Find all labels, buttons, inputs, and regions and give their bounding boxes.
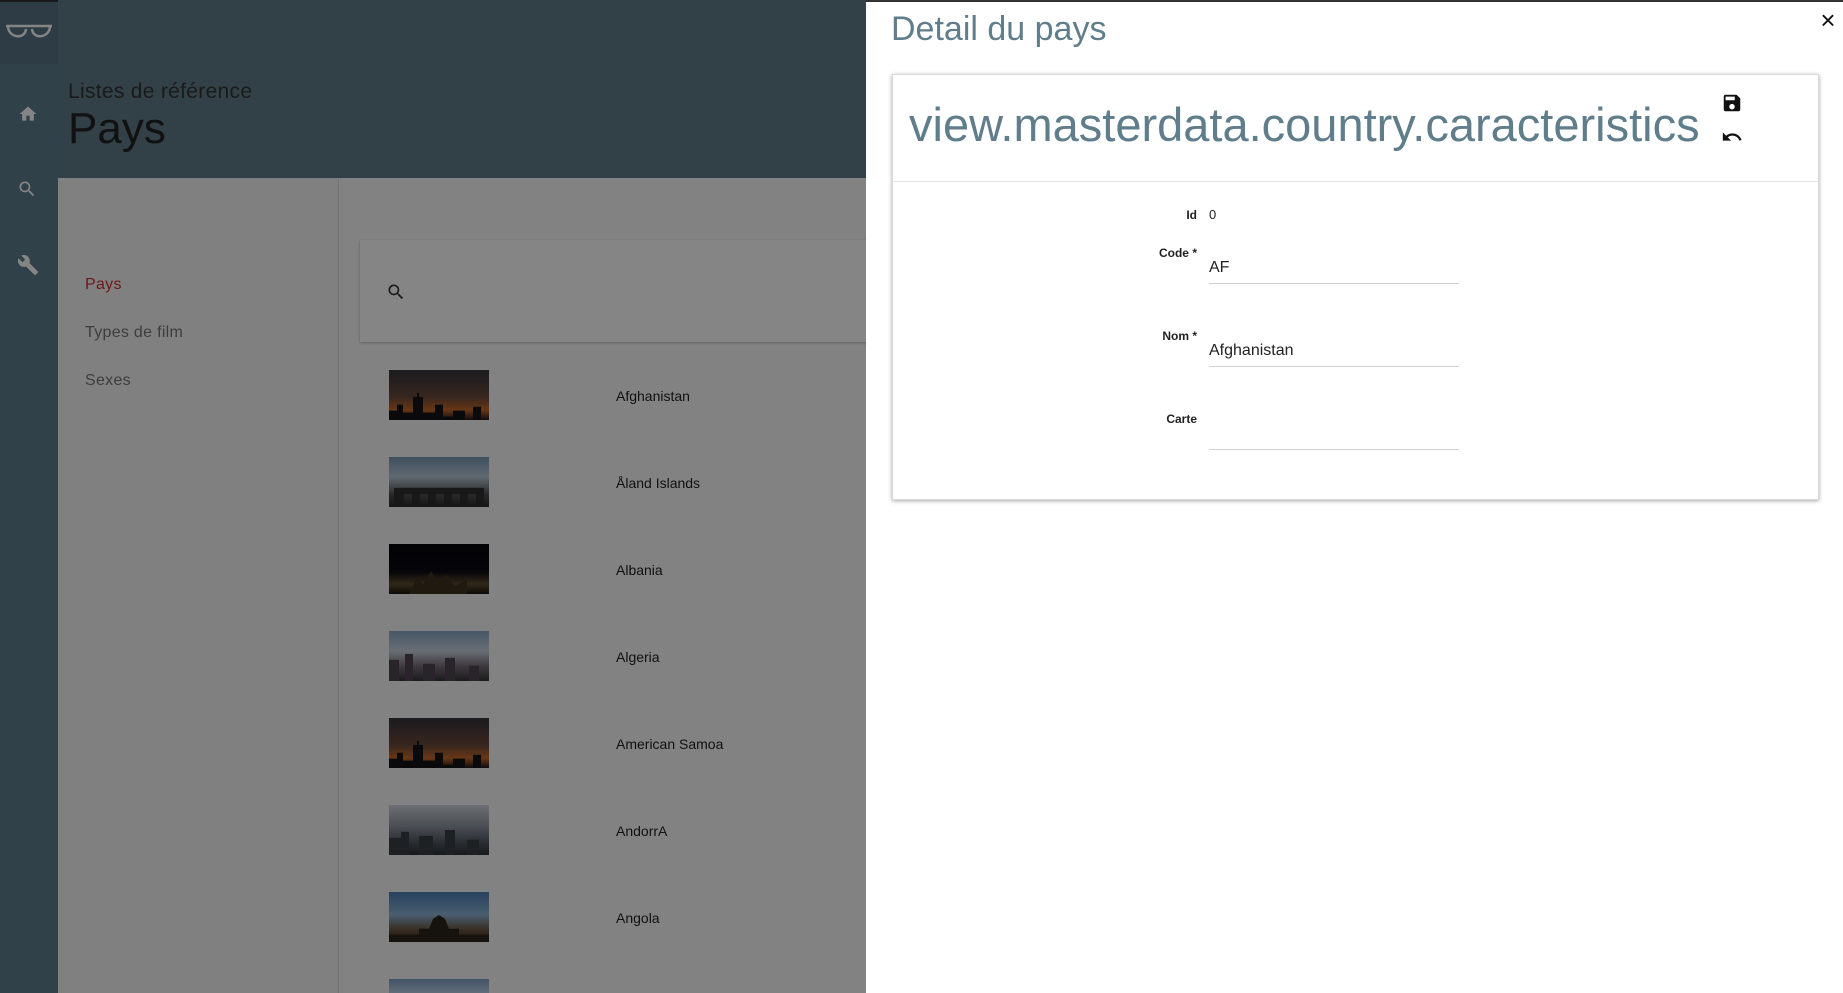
code-field[interactable] bbox=[1209, 253, 1459, 284]
save-button[interactable] bbox=[1721, 92, 1745, 116]
card-header: view.masterdata.country.caracteristics bbox=[893, 75, 1818, 182]
carte-field[interactable] bbox=[1209, 419, 1459, 450]
nom-field[interactable] bbox=[1209, 336, 1459, 367]
card-title: view.masterdata.country.caracteristics bbox=[909, 98, 1700, 151]
carte-label: Carte bbox=[1166, 412, 1197, 426]
id-value: 0 bbox=[1209, 207, 1217, 222]
undo-button[interactable] bbox=[1721, 126, 1745, 150]
panel-title: Detail du pays bbox=[891, 10, 1107, 48]
close-button[interactable]: × bbox=[1817, 7, 1839, 33]
code-label: Code * bbox=[1158, 246, 1197, 260]
country-detail-panel: Detail du pays × view.masterdata.country… bbox=[866, 0, 1843, 993]
modal-backdrop[interactable] bbox=[0, 0, 866, 993]
nom-label: Nom * bbox=[1162, 329, 1197, 343]
characteristics-card: view.masterdata.country.caracteristics I… bbox=[892, 74, 1819, 500]
undo-icon bbox=[1722, 132, 1742, 141]
save-icon bbox=[1723, 94, 1741, 112]
id-label: Id bbox=[1186, 208, 1197, 222]
